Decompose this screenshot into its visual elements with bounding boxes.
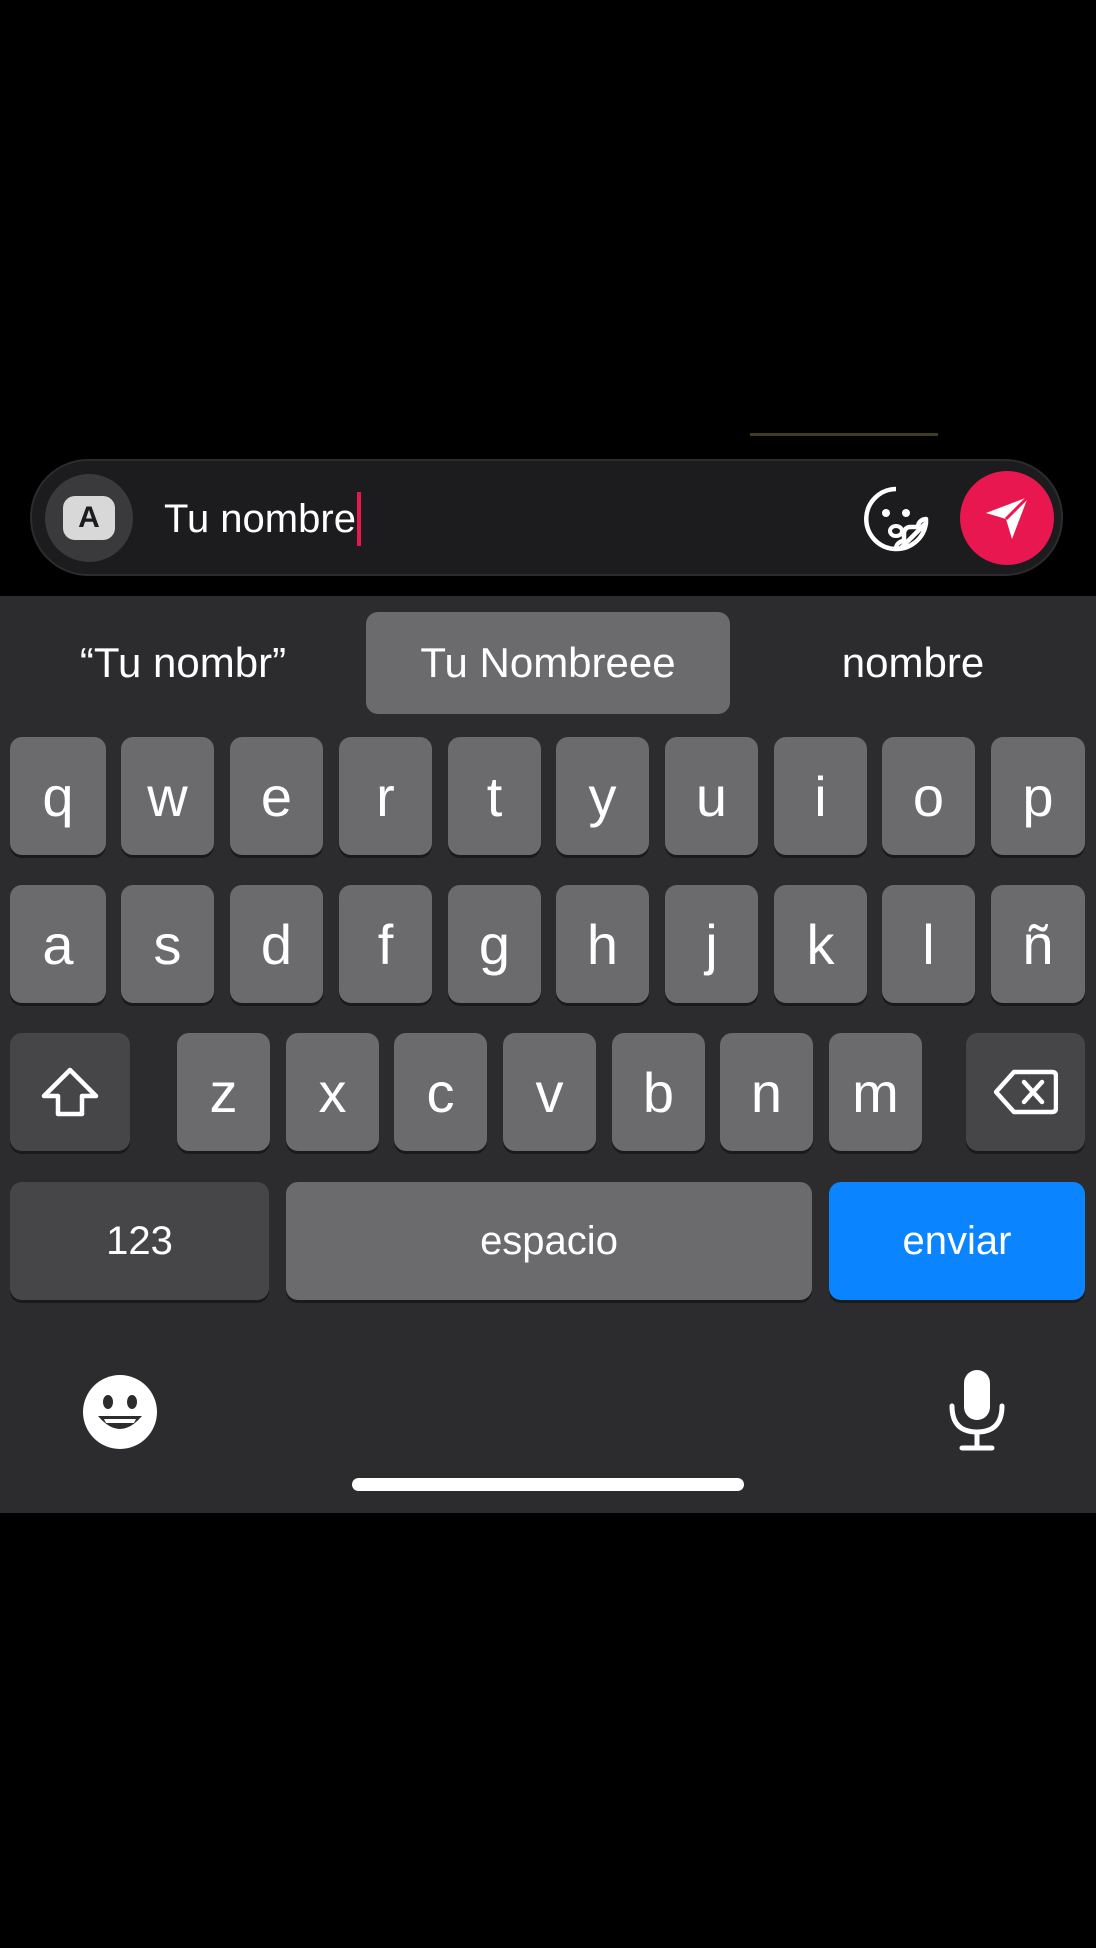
emoji-icon[interactable] bbox=[80, 1372, 160, 1452]
key-b[interactable]: b bbox=[612, 1033, 705, 1151]
key-t[interactable]: t bbox=[448, 737, 541, 855]
key-s[interactable]: s bbox=[121, 885, 214, 1003]
text-caret bbox=[356, 492, 361, 546]
key-e[interactable]: e bbox=[230, 737, 323, 855]
key-h[interactable]: h bbox=[556, 885, 649, 1003]
key-w[interactable]: w bbox=[121, 737, 214, 855]
key-m[interactable]: m bbox=[829, 1033, 922, 1151]
key-k[interactable]: k bbox=[774, 885, 867, 1003]
key-i[interactable]: i bbox=[774, 737, 867, 855]
key-y[interactable]: y bbox=[556, 737, 649, 855]
content-area bbox=[0, 0, 1096, 455]
send-button[interactable] bbox=[960, 471, 1054, 565]
key-c[interactable]: c bbox=[394, 1033, 487, 1151]
backspace-icon bbox=[993, 1069, 1058, 1115]
key-l[interactable]: l bbox=[882, 885, 975, 1003]
numbers-key[interactable]: 123 bbox=[10, 1182, 269, 1300]
key-v[interactable]: v bbox=[503, 1033, 596, 1151]
delete-key[interactable] bbox=[966, 1033, 1085, 1151]
key-d[interactable]: d bbox=[230, 885, 323, 1003]
message-input[interactable]: Tu nombre bbox=[164, 491, 361, 547]
sticker-icon[interactable] bbox=[860, 483, 932, 555]
suggestion-item[interactable]: nombre bbox=[750, 612, 1076, 714]
key-f[interactable]: f bbox=[339, 885, 432, 1003]
send-key[interactable]: enviar bbox=[829, 1182, 1085, 1300]
text-style-button[interactable]: A bbox=[45, 474, 133, 562]
key-u[interactable]: u bbox=[665, 737, 758, 855]
key-o[interactable]: o bbox=[882, 737, 975, 855]
home-indicator[interactable] bbox=[352, 1478, 744, 1491]
paper-plane-icon bbox=[986, 495, 1030, 539]
space-key[interactable]: espacio bbox=[286, 1182, 812, 1300]
key-z[interactable]: z bbox=[177, 1033, 270, 1151]
decorative-line bbox=[750, 433, 938, 436]
keyboard: “Tu nombr” Tu Nombreee nombre q w e r t … bbox=[0, 596, 1096, 1513]
key-n-tilde[interactable]: ñ bbox=[991, 885, 1085, 1003]
text-style-icon: A bbox=[63, 496, 115, 540]
shift-key[interactable] bbox=[10, 1033, 130, 1151]
key-n[interactable]: n bbox=[720, 1033, 813, 1151]
message-composer: A Tu nombre bbox=[30, 459, 1063, 576]
message-input-text: Tu nombre bbox=[164, 497, 356, 541]
key-j[interactable]: j bbox=[665, 885, 758, 1003]
key-g[interactable]: g bbox=[448, 885, 541, 1003]
key-x[interactable]: x bbox=[286, 1033, 379, 1151]
microphone-icon[interactable] bbox=[942, 1366, 1012, 1454]
suggestion-item[interactable]: “Tu nombr” bbox=[20, 612, 346, 714]
key-a[interactable]: a bbox=[10, 885, 106, 1003]
key-q[interactable]: q bbox=[10, 737, 106, 855]
suggestion-item-selected[interactable]: Tu Nombreee bbox=[366, 612, 730, 714]
key-p[interactable]: p bbox=[991, 737, 1085, 855]
shift-icon bbox=[41, 1067, 99, 1117]
suggestion-bar: “Tu nombr” Tu Nombreee nombre bbox=[0, 596, 1096, 722]
key-r[interactable]: r bbox=[339, 737, 432, 855]
